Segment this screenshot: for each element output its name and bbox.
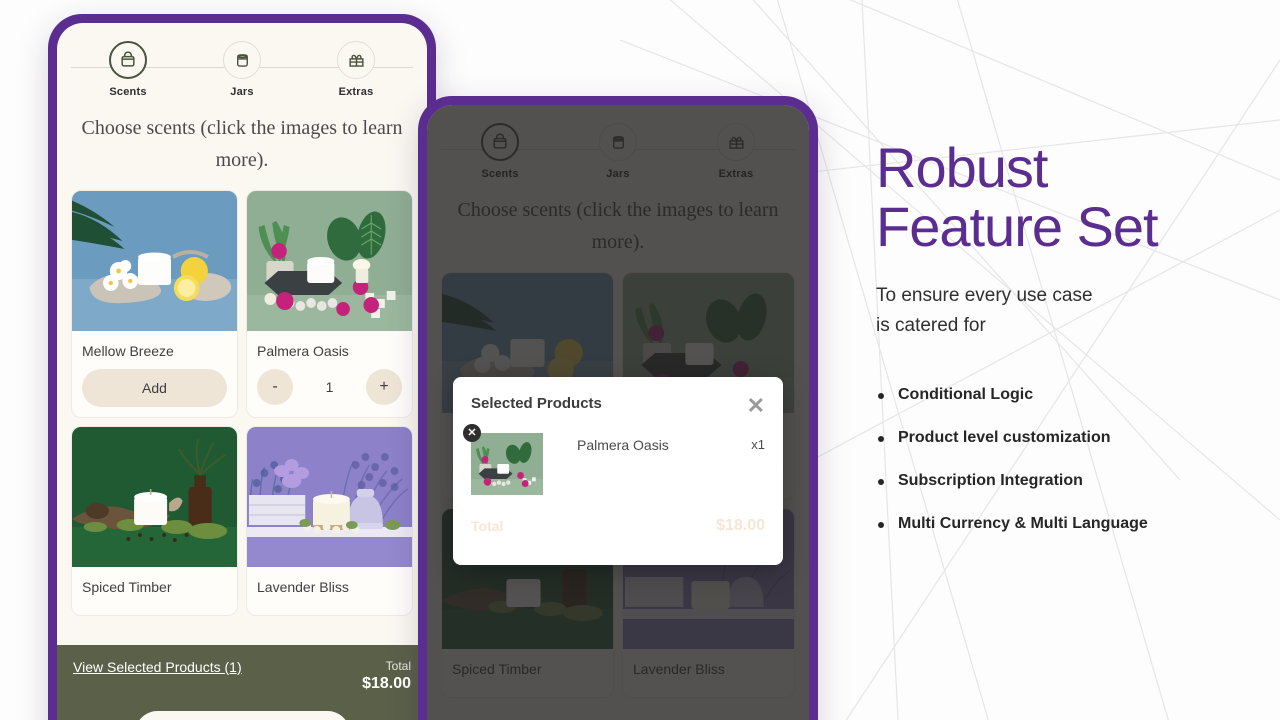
modal-header: Selected Products ✕ — [471, 395, 765, 417]
headline-line-2: Feature Set — [876, 195, 1159, 259]
feature-item: Multi Currency & Multi Language — [876, 515, 1256, 533]
product-grid-back: Mellow Breeze Add Palmera Oasis - 1 + Sp… — [57, 190, 427, 616]
product-thumbnail-wrap: ✕ — [463, 424, 543, 495]
stepper-back: Scents Jars Extras — [57, 23, 427, 104]
subheadline-line-2: is catered for — [876, 315, 986, 337]
product-card[interactable]: Mellow Breeze Add — [71, 190, 238, 418]
gift-icon — [337, 41, 375, 79]
next-button[interactable]: Next — [134, 711, 350, 720]
subheadline-line-1: To ensure every use case — [876, 284, 1093, 306]
phone-screen-front: Scents Jars — [427, 105, 809, 720]
remove-item-icon[interactable]: ✕ — [463, 424, 481, 442]
headline-line-1: Robust — [876, 136, 1048, 199]
product-image-spiced-timber[interactable] — [72, 427, 237, 567]
phone-screen-back: Scents Jars Extras Choose scents (click … — [57, 23, 427, 720]
phone-mockup-front: Scents Jars — [418, 96, 818, 720]
product-card[interactable]: Spiced Timber — [71, 426, 238, 616]
total-value: $18.00 — [362, 675, 411, 692]
screenshot-root: Scents Jars Extras Choose scents (click … — [0, 0, 1280, 720]
selected-product-name: Palmera Oasis — [577, 437, 669, 453]
step-label-jars: Jars — [230, 86, 254, 98]
product-card[interactable]: Palmera Oasis - 1 + — [246, 190, 413, 418]
product-name: Lavender Bliss — [257, 579, 349, 595]
step-scents[interactable]: Scents — [83, 41, 173, 98]
headline: Robust Feature Set — [876, 138, 1256, 257]
bottom-summary-row: View Selected Products (1) Total $18.00 — [73, 659, 411, 693]
selected-product-row: ✕ Palmera Oasis x1 — [463, 424, 765, 495]
modal-total-label: Total — [471, 518, 504, 534]
quantity-stepper[interactable]: - 1 + — [257, 369, 402, 405]
product-name: Spiced Timber — [82, 579, 172, 595]
view-selected-products-link[interactable]: View Selected Products (1) — [73, 659, 242, 675]
feature-list: Conditional Logic Product level customiz… — [876, 386, 1256, 533]
product-thumbnail-palmera-oasis — [471, 433, 543, 495]
feature-item: Product level customization — [876, 429, 1256, 447]
modal-title: Selected Products — [471, 395, 602, 412]
jar-icon — [223, 41, 261, 79]
selected-products-modal: Selected Products ✕ ✕ Palmera Oasis x1 T… — [453, 377, 783, 565]
product-name: Palmera Oasis — [257, 343, 349, 359]
product-image-mellow-breeze[interactable] — [72, 191, 237, 331]
step-extras[interactable]: Extras — [311, 41, 401, 98]
bucket-icon — [109, 41, 147, 79]
selected-product-qty: x1 — [751, 437, 765, 452]
close-icon[interactable]: ✕ — [747, 395, 765, 417]
step-label-extras: Extras — [338, 86, 374, 98]
add-button[interactable]: Add — [82, 369, 227, 407]
modal-total-row: Total $18.00 — [471, 517, 765, 535]
step-label-scents: Scents — [109, 86, 147, 98]
quantity-value: 1 — [325, 379, 334, 395]
decrement-button[interactable]: - — [257, 369, 293, 405]
product-image-lavender-bliss[interactable] — [247, 427, 412, 567]
product-name: Mellow Breeze — [82, 343, 174, 359]
bottom-summary-bar: View Selected Products (1) Total $18.00 … — [57, 645, 427, 720]
modal-total-value: $18.00 — [716, 517, 765, 534]
increment-button[interactable]: + — [365, 369, 402, 405]
phone-mockup-back: Scents Jars Extras Choose scents (click … — [48, 14, 436, 720]
choose-scents-heading: Choose scents (click the images to learn… — [81, 117, 403, 171]
product-card[interactable]: Lavender Bliss — [246, 426, 413, 616]
total-label: Total — [385, 659, 411, 673]
total-block: Total $18.00 — [362, 659, 411, 693]
right-marketing-panel: Robust Feature Set To ensure every use c… — [876, 138, 1256, 558]
step-jars[interactable]: Jars — [197, 41, 287, 98]
feature-item: Conditional Logic — [876, 386, 1256, 404]
product-image-palmera-oasis[interactable] — [247, 191, 412, 331]
subheadline: To ensure every use case is catered for — [876, 281, 1256, 342]
feature-item: Subscription Integration — [876, 472, 1256, 490]
